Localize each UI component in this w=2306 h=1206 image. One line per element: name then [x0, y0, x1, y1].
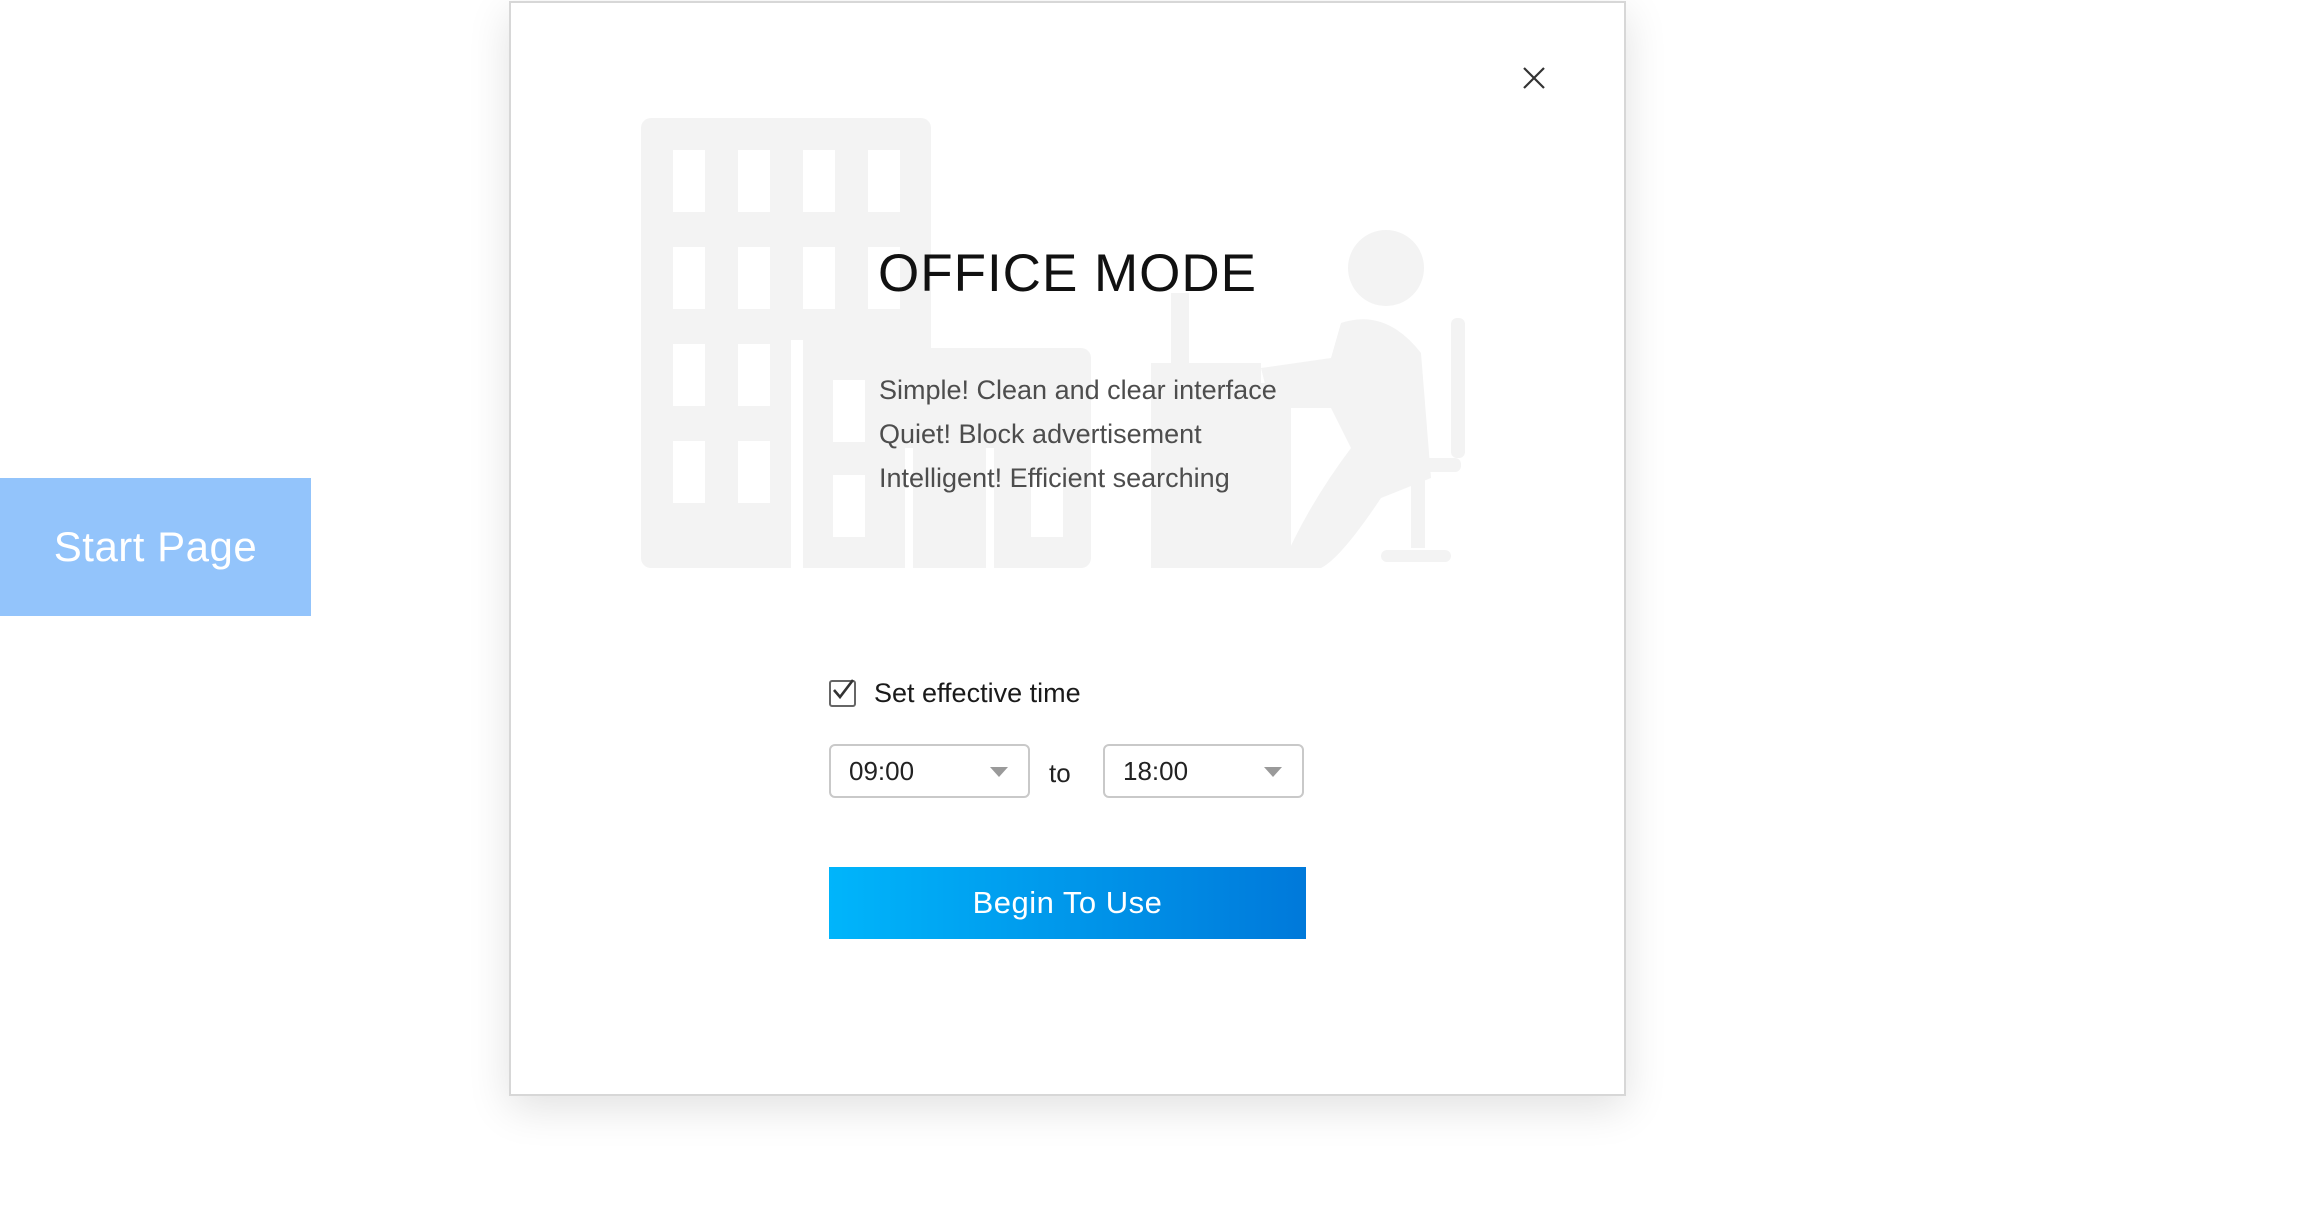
checkmark-icon: [833, 679, 855, 700]
start-time-value: 09:00: [849, 755, 915, 786]
start-page-button[interactable]: Start Page: [0, 478, 311, 616]
feature-item: Simple! Clean and clear interface: [879, 375, 1277, 405]
begin-to-use-label: Begin To Use: [972, 885, 1163, 920]
begin-to-use-button[interactable]: Begin To Use: [829, 867, 1306, 939]
chevron-down-icon: [1264, 767, 1282, 777]
start-page-label: Start Page: [53, 523, 258, 570]
end-time-value: 18:00: [1123, 755, 1189, 786]
effective-time-checkbox[interactable]: [829, 679, 856, 707]
close-button[interactable]: [1514, 58, 1554, 98]
close-icon: [1523, 67, 1545, 89]
office-mode-dialog: OFFICE MODE Simple! Clean and clear inte…: [509, 1, 1626, 1096]
feature-list: Simple! Clean and clear interface Quiet!…: [879, 368, 1277, 500]
effective-time-toggle[interactable]: Set effective time: [829, 678, 1081, 709]
chevron-down-icon: [990, 767, 1008, 777]
screen: Start Page OFFICE MODE Simple! Clean and…: [0, 0, 2306, 1206]
office-illustration: [641, 118, 1465, 573]
feature-item: Quiet! Block advertisement: [879, 419, 1202, 449]
to-label: to: [1049, 758, 1071, 788]
end-time-select[interactable]: 18:00: [1103, 744, 1304, 798]
feature-item: Intelligent! Efficient searching: [879, 463, 1230, 493]
start-time-select[interactable]: 09:00: [829, 744, 1030, 798]
dialog-title: OFFICE MODE: [877, 244, 1258, 303]
effective-time-label: Set effective time: [874, 678, 1081, 708]
